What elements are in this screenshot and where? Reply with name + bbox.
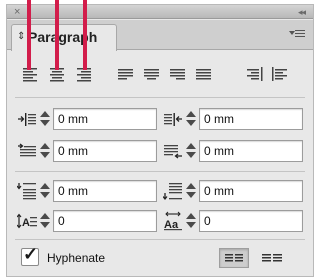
drop-cap-lines-control: A 0 [17,209,161,233]
single-line-composer-button[interactable] [257,248,287,268]
right-indent-control: 0 mm [163,107,307,131]
tab-arrows-icon: ⇕ [17,31,26,42]
align-left-button[interactable] [21,63,43,85]
paragraph-panel: × ◂◂ ⇕ Paragraph 0 mm 0 mm 0 mm 0 mm 0 m… [6,4,314,277]
space-after-icon [163,183,182,200]
drop-cap-characters-stepper[interactable] [185,212,197,230]
space-before-icon [17,183,36,200]
panel-menu-icon[interactable] [289,28,305,40]
divider [15,239,305,240]
annotation-marker [55,0,59,70]
left-indent-control: 0 mm [17,107,161,131]
space-after-control: 0 mm [163,179,307,203]
single-line-composer-icon [262,254,282,262]
justify-center-button[interactable] [141,63,163,85]
space-after-field[interactable]: 0 mm [199,180,303,202]
first-line-indent-icon [18,143,36,157]
justify-left-button[interactable] [115,63,137,85]
annotation-marker [83,0,87,70]
first-line-indent-field[interactable]: 0 mm [53,140,157,162]
drop-cap-lines-field[interactable]: 0 [53,210,157,232]
align-left-icon [23,68,37,82]
space-after-stepper[interactable] [185,182,197,200]
paragraph-composer-icon [225,254,243,262]
first-line-indent-control: 0 mm [17,139,161,163]
panel-title-bar[interactable]: × ◂◂ [7,5,313,19]
right-indent-field[interactable]: 0 mm [199,108,303,130]
justify-right-icon [170,69,185,80]
left-indent-icon [18,113,36,126]
space-before-stepper[interactable] [39,182,51,200]
alignment-buttons [7,63,313,87]
tab-row: ⇕ Paragraph [7,20,313,51]
space-before-field[interactable]: 0 mm [53,180,157,202]
right-indent-stepper[interactable] [185,110,197,128]
align-toward-spine-button[interactable] [243,63,265,85]
paragraph-composer-button[interactable] [219,248,249,268]
drop-cap-characters-icon: Aa [164,211,182,231]
close-icon[interactable]: × [14,5,20,19]
left-indent-field[interactable]: 0 mm [53,108,157,130]
right-indent-icon [164,113,182,126]
drop-cap-lines-stepper[interactable] [39,212,51,230]
last-line-right-indent-control: 0 mm [163,139,307,163]
last-line-right-indent-icon [164,145,182,159]
collapse-icon[interactable]: ◂◂ [298,5,306,19]
drop-cap-lines-icon: A [17,213,37,229]
hyphenate-checkbox[interactable]: ✓ [21,244,39,266]
justify-left-icon [118,69,133,80]
annotation-marker [27,0,31,70]
bottom-row: ✓ Hyphenate [7,244,313,274]
drop-cap-characters-field[interactable]: 0 [199,210,303,232]
hyphenate-label: Hyphenate [47,251,106,265]
justify-right-button[interactable] [167,63,189,85]
align-toward-spine-icon [247,67,263,81]
justify-all-button[interactable] [193,63,215,85]
svg-text:A: A [22,217,30,229]
space-before-control: 0 mm [17,179,161,203]
last-line-right-indent-stepper[interactable] [185,142,197,160]
justify-all-icon [196,69,211,80]
justify-center-icon [144,69,159,80]
last-line-right-indent-field[interactable]: 0 mm [199,140,303,162]
align-away-from-spine-icon [272,67,287,81]
left-indent-stepper[interactable] [39,110,51,128]
divider [15,97,305,98]
first-line-indent-stepper[interactable] [39,142,51,160]
divider [15,171,305,172]
drop-cap-characters-control: Aa 0 [163,209,307,233]
checkmark-icon: ✓ [23,244,39,264]
align-away-from-spine-button[interactable] [269,63,291,85]
